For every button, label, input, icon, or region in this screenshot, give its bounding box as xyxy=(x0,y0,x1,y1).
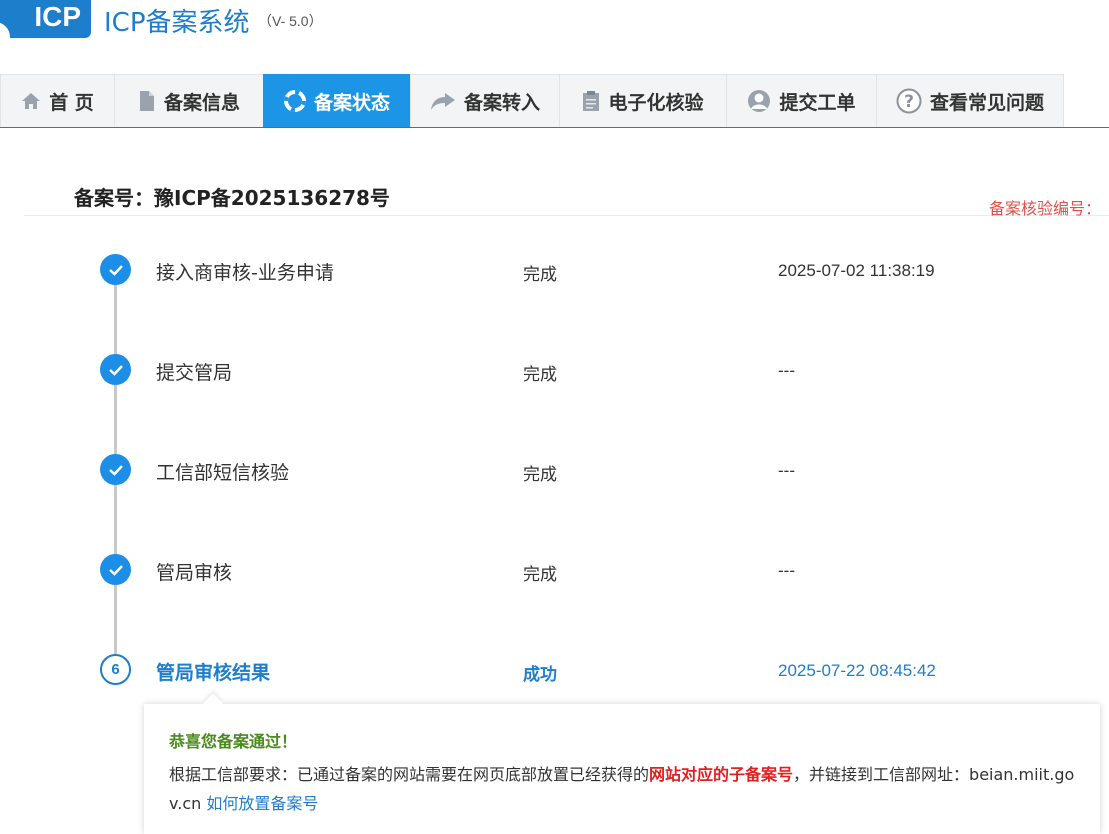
main-nav: 首 页 备案信息 备案状态 备案转入 电子化核验 提交工单 ? 查看常见问题 xyxy=(0,74,1109,128)
tab-record-status[interactable]: 备案状态 xyxy=(263,74,411,127)
timeline-step: 提交管局 完成 --- xyxy=(0,354,1109,394)
step-time: --- xyxy=(778,561,795,580)
how-to-place-link[interactable]: 如何放置备案号 xyxy=(206,794,318,813)
instructions-text: 根据工信部要求：已通过备案的网站需要在网页底部放置已经获得的 xyxy=(169,765,650,784)
step-status: 完成 xyxy=(523,465,557,485)
timeline-step: 接入商审核-业务申请 完成 2025-07-02 11:38:19 xyxy=(0,254,1109,294)
check-icon xyxy=(100,554,131,585)
lifebuoy-icon xyxy=(283,90,306,112)
step-status: 完成 xyxy=(523,565,557,585)
tab-home[interactable]: 首 页 xyxy=(0,74,115,127)
icp-logo: ICP xyxy=(0,0,91,52)
user-icon xyxy=(747,89,771,113)
svg-text:?: ? xyxy=(904,92,914,112)
step-name: 接入商审核-业务申请 xyxy=(156,262,334,284)
tab-e-verification-label: 电子化核验 xyxy=(608,91,704,114)
home-icon xyxy=(21,91,41,111)
timeline-step-final: 6 管局审核结果 成功 2025-07-22 08:45:42 xyxy=(0,654,1109,694)
sub-record-highlight: 网站对应的子备案号 xyxy=(649,765,794,784)
clipboard-icon xyxy=(582,90,600,112)
step-time: 2025-07-02 11:38:19 xyxy=(778,261,935,280)
step-name: 工信部短信核验 xyxy=(156,462,290,484)
timeline-step: 工信部短信核验 完成 --- xyxy=(0,454,1109,494)
step-status: 成功 xyxy=(523,665,557,685)
tab-record-transfer[interactable]: 备案转入 xyxy=(410,74,560,127)
step-status: 完成 xyxy=(523,365,557,385)
app-title: ICP备案系统 xyxy=(104,8,250,38)
tab-record-info[interactable]: 备案信息 xyxy=(114,74,264,127)
step-name: 管局审核 xyxy=(156,562,233,584)
tab-e-verification[interactable]: 电子化核验 xyxy=(559,74,727,127)
check-icon xyxy=(100,354,131,385)
tab-faq[interactable]: ? 查看常见问题 xyxy=(876,74,1064,127)
divider xyxy=(24,215,1109,216)
tab-record-status-label: 备案状态 xyxy=(313,91,390,114)
document-icon xyxy=(138,90,156,112)
step-name: 管局审核结果 xyxy=(156,662,271,684)
tab-record-info-label: 备案信息 xyxy=(163,91,240,114)
congrats-message: 恭喜您备案通过！ xyxy=(169,732,298,751)
check-icon xyxy=(100,254,131,285)
share-arrow-icon xyxy=(430,91,456,111)
tab-record-transfer-label: 备案转入 xyxy=(463,91,540,114)
tab-submit-ticket[interactable]: 提交工单 xyxy=(726,74,877,127)
step-status: 完成 xyxy=(523,265,557,285)
tab-submit-ticket-label: 提交工单 xyxy=(779,91,856,114)
step-name: 提交管局 xyxy=(156,362,233,384)
question-icon: ? xyxy=(896,88,922,114)
step-time: 2025-07-22 08:45:42 xyxy=(778,661,936,680)
tab-home-label: 首 页 xyxy=(49,91,94,114)
timeline-step: 管局审核 完成 --- xyxy=(0,554,1109,594)
check-icon xyxy=(100,454,131,485)
step-time: --- xyxy=(778,361,795,380)
record-number: 备案号：豫ICP备2025136278号 xyxy=(74,186,390,210)
result-instructions: 根据工信部要求：已通过备案的网站需要在网页底部放置已经获得的网站对应的子备案号，… xyxy=(169,760,1076,818)
tab-faq-label: 查看常见问题 xyxy=(929,91,1044,114)
app-version: （V- 5.0） xyxy=(258,13,323,29)
step-number-badge: 6 xyxy=(100,654,131,685)
step-time: --- xyxy=(778,461,795,480)
result-panel: 恭喜您备案通过！ 根据工信部要求：已通过备案的网站需要在网页底部放置已经获得的网… xyxy=(144,704,1100,834)
verify-number-label: 备案核验编号： xyxy=(988,199,1101,218)
